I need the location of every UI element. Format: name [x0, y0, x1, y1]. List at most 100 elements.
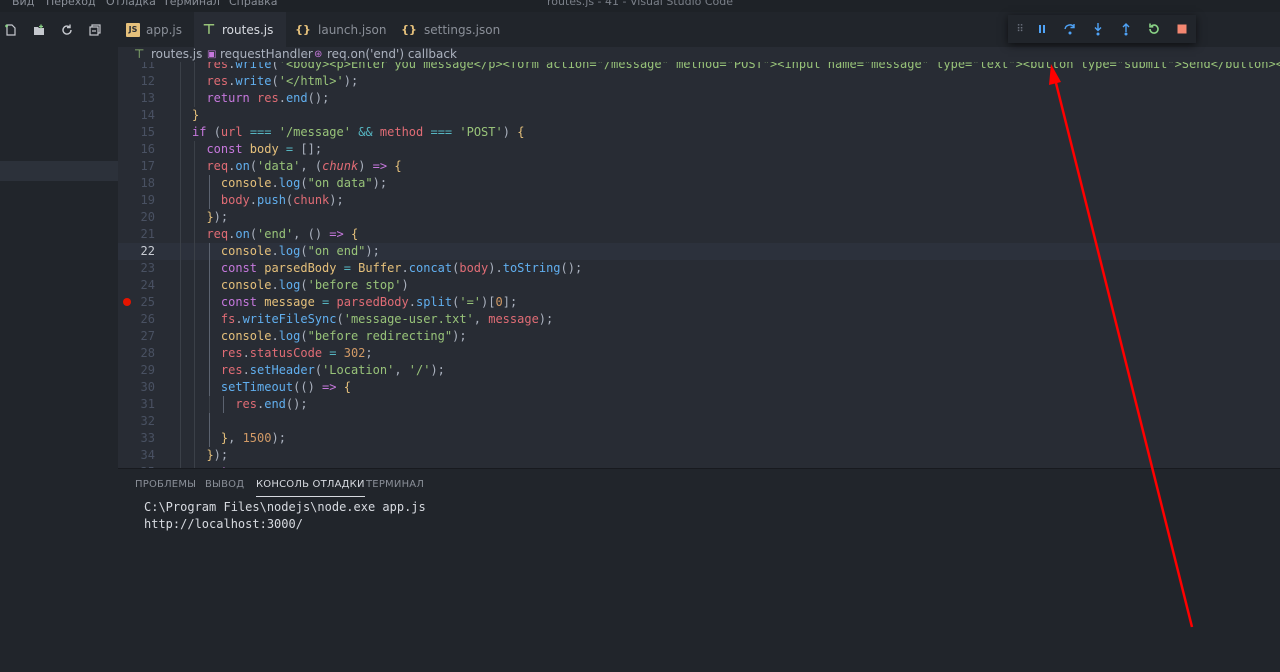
line-number[interactable]: 20	[118, 209, 155, 226]
indent-guide	[208, 277, 210, 294]
chevron-right-icon: ›	[304, 47, 309, 61]
line-number[interactable]: 12	[118, 73, 155, 90]
code-text: res.end();	[235, 397, 308, 411]
indent-guide	[208, 175, 210, 192]
new-file-icon[interactable]	[2, 20, 20, 40]
indent-guide	[180, 413, 181, 430]
line-number[interactable]: 21	[118, 226, 155, 243]
indent-guide	[194, 396, 196, 413]
code-line[interactable]: 23 const parsedBody = Buffer.concat(body)…	[118, 260, 1280, 277]
code-line[interactable]: 16 const body = [];	[118, 141, 1280, 158]
indent-guide	[180, 430, 181, 447]
code-line[interactable]: 13 return res.end();	[118, 90, 1280, 107]
tab-debug-console[interactable]: КОНСОЛЬ ОТЛАДКИ	[256, 479, 365, 497]
restart-icon[interactable]	[1140, 15, 1168, 43]
tab-routes-js[interactable]: ⊤ routes.js	[194, 12, 286, 47]
line-number[interactable]: 28	[118, 345, 155, 362]
code-line[interactable]: 20});	[118, 209, 1280, 226]
indent-guide	[208, 413, 210, 430]
code-line[interactable]: 18 console.log("on data");	[118, 175, 1280, 192]
breadcrumb-callback[interactable]: req.on('end') callback	[327, 47, 457, 62]
code-line[interactable]: 32	[118, 413, 1280, 430]
code-text: body.push(chunk);	[220, 193, 344, 207]
code-line[interactable]: 21 req.on('end', () => {	[118, 226, 1280, 243]
code-line[interactable]: 34});	[118, 447, 1280, 464]
line-number[interactable]: 11	[118, 62, 155, 73]
code-text: });	[206, 210, 229, 224]
breadcrumb-file[interactable]: routes.js	[151, 47, 202, 62]
code-line[interactable]: 19 body.push(chunk);	[118, 192, 1280, 209]
js-file-icon: JS	[126, 22, 140, 37]
code-line[interactable]: 26 fs.writeFileSync('message-user.txt', m…	[118, 311, 1280, 328]
line-number[interactable]: 17	[118, 158, 155, 175]
code-line[interactable]: 24 console.log('before stop')	[118, 277, 1280, 294]
refresh-icon[interactable]	[58, 20, 76, 40]
code-line[interactable]: 25 const message = parsedBody.split('=')[…	[118, 294, 1280, 311]
tab-app-js[interactable]: JS app.js	[118, 12, 194, 47]
code-line[interactable]: 30 setTimeout(() => {	[118, 379, 1280, 396]
code-line[interactable]: 14}	[118, 107, 1280, 124]
line-number[interactable]: 24	[118, 277, 155, 294]
line-number[interactable]: 19	[118, 192, 155, 209]
line-number[interactable]: 33	[118, 430, 155, 447]
stop-icon[interactable]	[1168, 15, 1196, 43]
step-into-icon[interactable]	[1084, 15, 1112, 43]
code-line[interactable]: 33}, 1500);	[118, 430, 1280, 447]
line-number[interactable]: 32	[118, 413, 155, 430]
code-line[interactable]: 29 res.setHeader('Location', '/');	[118, 362, 1280, 379]
line-number[interactable]: 34	[118, 447, 155, 464]
line-number[interactable]: 15	[118, 124, 155, 141]
tab-settings-json[interactable]: {} settings.json	[392, 12, 508, 47]
code-text: return res.end();	[206, 91, 330, 105]
code-line[interactable]: 15 if (url === '/message' && method === '…	[118, 124, 1280, 141]
indent-guide	[194, 328, 196, 345]
breakpoint-icon[interactable]	[123, 298, 131, 306]
indent-guide	[180, 260, 181, 277]
code-line[interactable]: 12 res.write('</html>');	[118, 73, 1280, 90]
code-line[interactable]: 22 console.log("on end");	[118, 243, 1280, 260]
menu-bar: Вид Переход Отладка Терминал Справка routes.…	[0, 0, 1280, 12]
line-number[interactable]: 22	[118, 243, 155, 260]
indent-guide	[208, 311, 210, 328]
selected-tree-item[interactable]	[0, 161, 118, 181]
new-folder-icon[interactable]	[30, 20, 48, 40]
line-number[interactable]: 13	[118, 90, 155, 107]
step-out-icon[interactable]	[1112, 15, 1140, 43]
collapse-all-icon[interactable]	[86, 20, 104, 40]
line-number[interactable]: 23	[118, 260, 155, 277]
explorer-sidebar	[0, 12, 118, 672]
tab-launch-json[interactable]: {} launch.json	[286, 12, 392, 47]
line-number[interactable]: 31	[118, 396, 155, 413]
step-over-icon[interactable]	[1056, 15, 1084, 43]
indent-guide	[180, 192, 181, 209]
code-line[interactable]: 27 console.log("before redirecting");	[118, 328, 1280, 345]
tab-label: routes.js	[222, 22, 274, 37]
pause-icon[interactable]	[1028, 15, 1056, 43]
line-number[interactable]: 14	[118, 107, 155, 124]
tab-output[interactable]: ВЫВОД	[205, 479, 244, 490]
line-number[interactable]: 30	[118, 379, 155, 396]
code-line[interactable]: 31 res.end();	[118, 396, 1280, 413]
tab-terminal[interactable]: ТЕРМИНАЛ	[366, 479, 424, 490]
code-line[interactable]: 28 res.statusCode = 302;	[118, 345, 1280, 362]
line-number[interactable]: 29	[118, 362, 155, 379]
indent-guide	[180, 175, 181, 192]
line-number[interactable]: 27	[118, 328, 155, 345]
code-text: res.setHeader('Location', '/');	[220, 363, 445, 377]
indent-guide	[208, 294, 210, 311]
code-line[interactable]: 17 req.on('data', (chunk) => {	[118, 158, 1280, 175]
code-line[interactable]: 11 res.write('<body><p>Enter you message<…	[118, 62, 1280, 73]
window-title: routes.js - 41 - Visual Studio Code	[546, 0, 734, 8]
tab-label: app.js	[146, 22, 182, 37]
line-number[interactable]: 18	[118, 175, 155, 192]
line-number[interactable]: 26	[118, 311, 155, 328]
code-text: setTimeout(() => {	[220, 380, 351, 394]
breadcrumb-function[interactable]: requestHandler	[220, 47, 313, 62]
indent-guide	[180, 311, 181, 328]
tab-problems[interactable]: ПРОБЛЕМЫ	[135, 479, 196, 490]
indent-guide	[180, 158, 181, 175]
indent-guide	[208, 430, 210, 447]
code-text: console.log("on data");	[220, 176, 388, 190]
code-editor[interactable]: 11 res.write('<body><p>Enter you message<…	[118, 62, 1280, 468]
line-number[interactable]: 16	[118, 141, 155, 158]
